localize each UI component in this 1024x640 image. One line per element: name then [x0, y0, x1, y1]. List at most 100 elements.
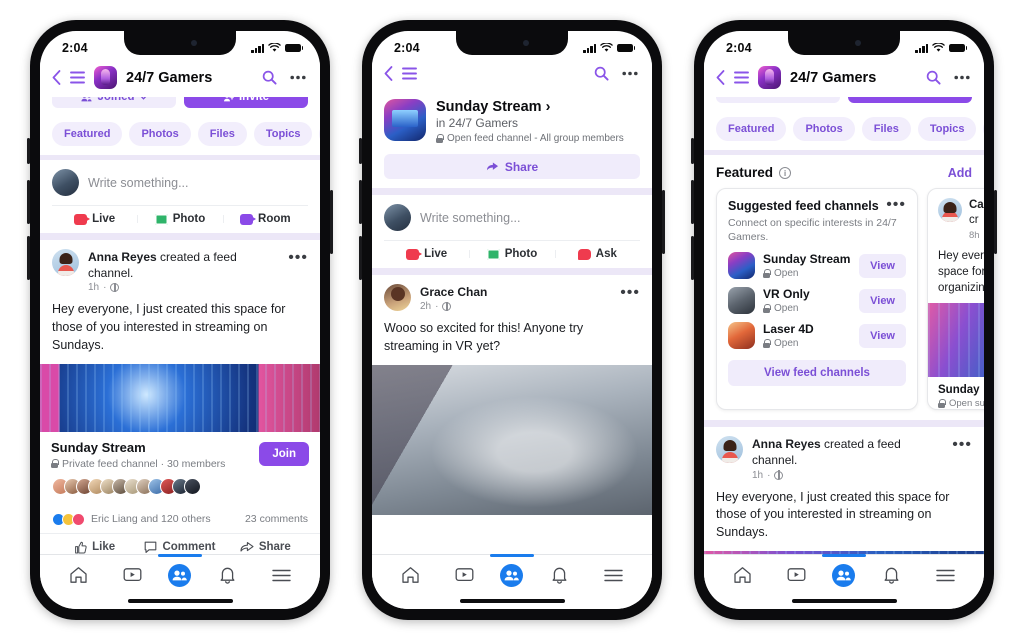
composer-input-row[interactable]: Write something...	[52, 169, 308, 205]
tab-groups[interactable]	[832, 563, 856, 587]
post-more-icon[interactable]: •••	[620, 284, 640, 301]
tab-files[interactable]: Files	[197, 122, 247, 146]
hamburger-icon[interactable]	[402, 67, 417, 80]
user-avatar[interactable]	[52, 169, 79, 196]
phone-2-scroll-body[interactable]: Sunday Stream › in 24/7 Gamers Open feed …	[372, 89, 652, 554]
post-attached-vr-photo[interactable]	[372, 364, 652, 515]
invite-button[interactable]: Invite	[184, 97, 308, 108]
group-tab-pills[interactable]: Featured Photos Files Topics Re	[704, 110, 984, 150]
composer-photo-button[interactable]: Photo	[469, 248, 554, 260]
tab-files[interactable]: Files	[861, 117, 911, 141]
more-dots-icon[interactable]	[954, 75, 970, 80]
suggested-channel-item[interactable]: VR Only Open View	[728, 287, 906, 315]
back-icon[interactable]	[52, 70, 61, 85]
composer-live-button[interactable]: Live	[52, 213, 137, 225]
composer-ask-button[interactable]: Ask	[554, 248, 640, 260]
view-feed-channels-button[interactable]: View feed channels	[728, 360, 906, 387]
more-dots-icon[interactable]	[622, 71, 638, 76]
channel-thumbnail[interactable]	[384, 99, 426, 141]
search-icon[interactable]	[262, 70, 277, 85]
tab-video[interactable]	[115, 562, 149, 588]
tab-notifications[interactable]	[543, 562, 577, 588]
invite-button[interactable]: Invite	[848, 97, 972, 103]
reactions-summary[interactable]: Eric Liang and 120 others	[52, 512, 211, 526]
post-more-icon[interactable]: •••	[288, 249, 308, 266]
tab-photos[interactable]: Photos	[793, 117, 855, 141]
post-author-name[interactable]: Anna Reyes	[88, 250, 157, 264]
share-channel-button[interactable]: Share	[384, 154, 640, 179]
channel-title-row[interactable]: Sunday Stream ›	[436, 99, 624, 115]
post-composer[interactable]: Write something... Live Photo Ask	[372, 195, 652, 268]
tab-notifications[interactable]	[875, 562, 909, 588]
post-attached-image[interactable]	[40, 363, 320, 432]
tab-menu[interactable]	[264, 562, 298, 588]
suggested-card-more-icon[interactable]: •••	[886, 197, 906, 212]
chevron-right-icon: ›	[545, 99, 551, 115]
search-icon[interactable]	[594, 66, 609, 81]
tab-photos[interactable]: Photos	[129, 122, 191, 146]
joined-button[interactable]: Joined	[52, 97, 176, 108]
composer-placeholder[interactable]: Write something...	[88, 176, 189, 190]
tab-recent[interactable]: Re	[319, 122, 320, 146]
featured-add-button[interactable]: Add	[948, 166, 972, 180]
hamburger-icon[interactable]	[70, 71, 85, 84]
post-more-icon[interactable]: •••	[952, 436, 972, 453]
composer-placeholder[interactable]: Write something...	[420, 211, 521, 225]
more-dots-icon[interactable]	[290, 75, 306, 80]
phone-3-scroll-body[interactable]: Joined Invite Featured Photos Files Topi…	[704, 97, 984, 554]
search-icon[interactable]	[926, 70, 941, 85]
tab-home[interactable]	[726, 562, 760, 588]
join-channel-button[interactable]: Join	[259, 441, 309, 466]
composer-input-row[interactable]: Write something...	[384, 204, 640, 240]
tab-video[interactable]	[447, 562, 481, 588]
comments-count[interactable]: 23 comments	[245, 513, 308, 525]
feed-channel-card[interactable]: Sunday Stream Private feed channel · 30 …	[40, 431, 320, 504]
post-author-name[interactable]: Grace Chan	[420, 285, 487, 299]
tab-home[interactable]	[394, 562, 428, 588]
tab-featured[interactable]: Featured	[716, 117, 787, 141]
tab-featured[interactable]: Featured	[52, 122, 123, 146]
joined-button[interactable]: Joined	[716, 97, 840, 103]
group-avatar[interactable]	[94, 66, 117, 89]
suggested-channel-item[interactable]: Sunday Stream Open View	[728, 252, 906, 280]
view-channel-button[interactable]: View	[859, 253, 906, 278]
post-author-avatar[interactable]	[716, 436, 743, 464]
phone-1-scroll-body[interactable]: Joined Invite Featured Photos Files Topi…	[40, 97, 320, 554]
tab-topics[interactable]: Topics	[917, 117, 977, 141]
view-channel-button[interactable]: View	[859, 288, 906, 313]
share-button[interactable]: Share	[223, 541, 308, 554]
tab-video[interactable]	[779, 562, 813, 588]
composer-live-button[interactable]: Live	[384, 248, 469, 260]
post-composer[interactable]: Write something... Live Photo Room	[40, 160, 320, 233]
composer-photo-button[interactable]: Photo	[137, 213, 222, 225]
user-avatar[interactable]	[384, 204, 411, 231]
tab-home[interactable]	[62, 562, 96, 588]
back-icon[interactable]	[716, 70, 725, 85]
tab-menu[interactable]	[928, 562, 962, 588]
post-author-avatar[interactable]	[52, 249, 79, 276]
view-channel-button[interactable]: View	[859, 323, 906, 348]
group-avatar[interactable]	[758, 66, 781, 89]
tab-recent[interactable]: Re	[983, 117, 984, 141]
tab-groups[interactable]	[500, 563, 524, 587]
back-icon[interactable]	[384, 66, 393, 81]
like-button[interactable]: Like	[52, 541, 137, 554]
channel-parent-group[interactable]: in 24/7 Gamers	[436, 116, 624, 130]
post-author-avatar[interactable]	[938, 198, 962, 222]
group-tab-pills[interactable]: Featured Photos Files Topics Re	[40, 115, 320, 155]
tab-menu[interactable]	[596, 562, 630, 588]
info-icon[interactable]: i	[779, 166, 792, 179]
tab-notifications[interactable]	[211, 562, 245, 588]
hamburger-icon[interactable]	[734, 71, 749, 84]
tab-topics[interactable]: Topics	[253, 122, 313, 146]
featured-post-card-partial[interactable]: Ca cr 8h Hey ever space for organizin Su…	[927, 188, 984, 411]
comment-button[interactable]: Comment	[137, 541, 222, 554]
post-author-name[interactable]: Anna Reyes	[752, 437, 821, 451]
tab-groups[interactable]	[168, 563, 192, 587]
post-author-avatar[interactable]	[384, 284, 411, 311]
reactions-text[interactable]: Eric Liang and 120 others	[91, 513, 211, 525]
suggested-channel-item[interactable]: Laser 4D Open View	[728, 322, 906, 350]
post-actions-bar: Like Comment Share	[40, 532, 320, 554]
composer-room-button[interactable]: Room	[222, 213, 308, 225]
featured-cards-carousel[interactable]: Suggested feed channels ••• Connect on s…	[704, 188, 984, 421]
